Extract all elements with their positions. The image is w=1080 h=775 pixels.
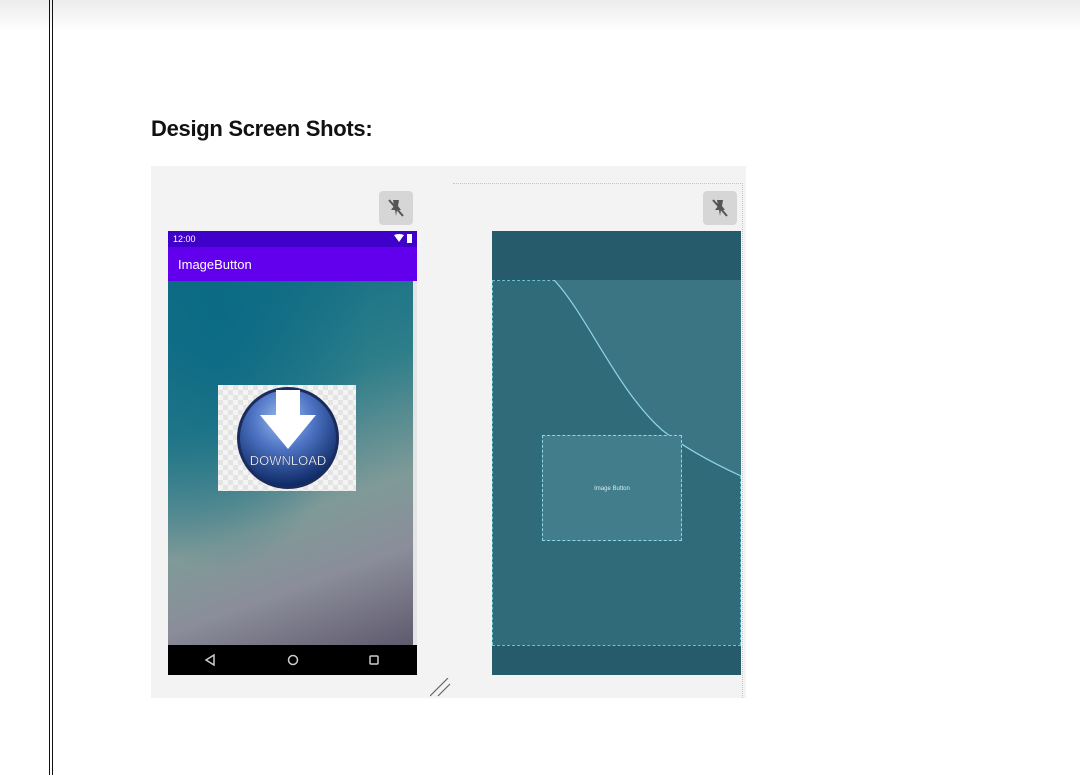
design-preview: 12:00 ImageButton DOWNLOAD (168, 231, 417, 675)
nav-home-icon (287, 654, 299, 666)
nav-back-button[interactable] (195, 645, 225, 675)
pin-toggle-icon (388, 199, 404, 217)
app-title: ImageButton (178, 257, 252, 272)
resize-handle-icon[interactable] (430, 678, 452, 698)
document-page: Design Screen Shots: 12:00 ImageButton D… (0, 0, 1080, 775)
battery-icon (407, 234, 412, 243)
nav-recents-button[interactable] (359, 645, 389, 675)
page-margin-line (49, 0, 53, 775)
blueprint-image-button[interactable]: Image Button (542, 435, 682, 541)
download-icon: DOWNLOAD (237, 387, 339, 489)
wifi-icon (394, 234, 412, 243)
design-pin-button[interactable] (379, 191, 413, 225)
blueprint-pin-button[interactable] (703, 191, 737, 225)
selection-guide-right (742, 183, 743, 698)
nav-home-button[interactable] (278, 645, 308, 675)
section-heading: Design Screen Shots: (151, 116, 373, 141)
app-bar: ImageButton (168, 247, 417, 281)
blueprint-image-button-label: Image Button (594, 486, 630, 492)
status-bar: 12:00 (168, 231, 417, 247)
navigation-bar (168, 645, 417, 675)
image-button[interactable]: DOWNLOAD (218, 385, 356, 491)
nav-recents-icon (369, 655, 379, 665)
blueprint-navigation-bar (492, 645, 741, 675)
blueprint-preview: Image Button (492, 231, 741, 675)
pin-toggle-icon (712, 199, 728, 217)
blueprint-app-bar (492, 231, 741, 281)
top-shadow (0, 0, 1080, 32)
image-button-text: DOWNLOAD (250, 453, 327, 468)
status-time: 12:00 (173, 234, 196, 244)
layout-editor-canvas: 12:00 ImageButton DOWNLOAD Image Button (151, 166, 746, 698)
scrollbar[interactable] (413, 281, 417, 645)
selection-guide-top (453, 183, 743, 184)
nav-back-icon (204, 654, 215, 666)
status-icons (394, 234, 412, 245)
